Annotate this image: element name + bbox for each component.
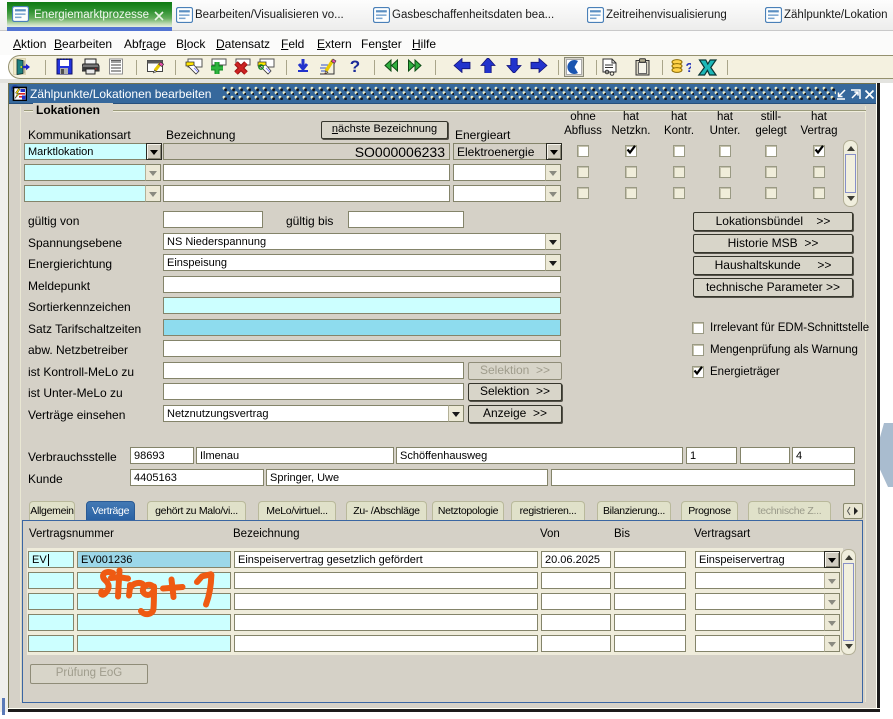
svg-text:?: ? (686, 60, 692, 75)
svg-text:?: ? (350, 58, 360, 75)
